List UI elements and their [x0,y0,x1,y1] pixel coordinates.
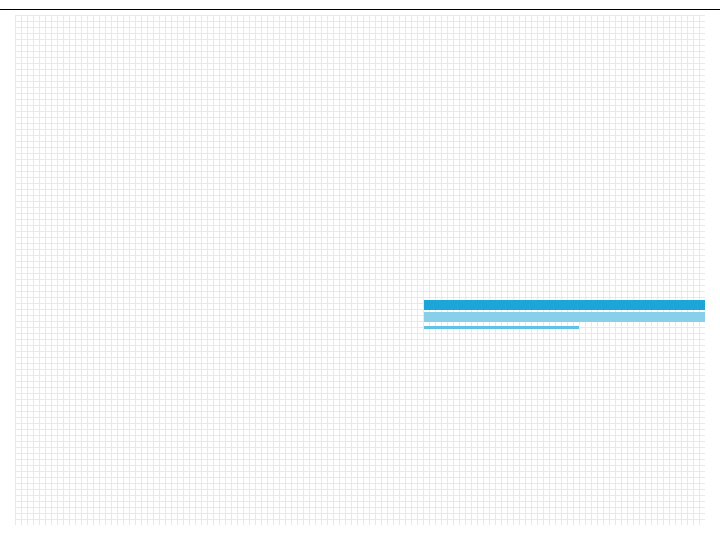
progress-bar-1 [424,300,705,310]
progress-bars-group [424,300,705,330]
progress-bar-2 [424,312,705,322]
top-border [0,9,720,10]
progress-bar-3 [424,326,579,329]
drawing-grid [15,15,705,525]
